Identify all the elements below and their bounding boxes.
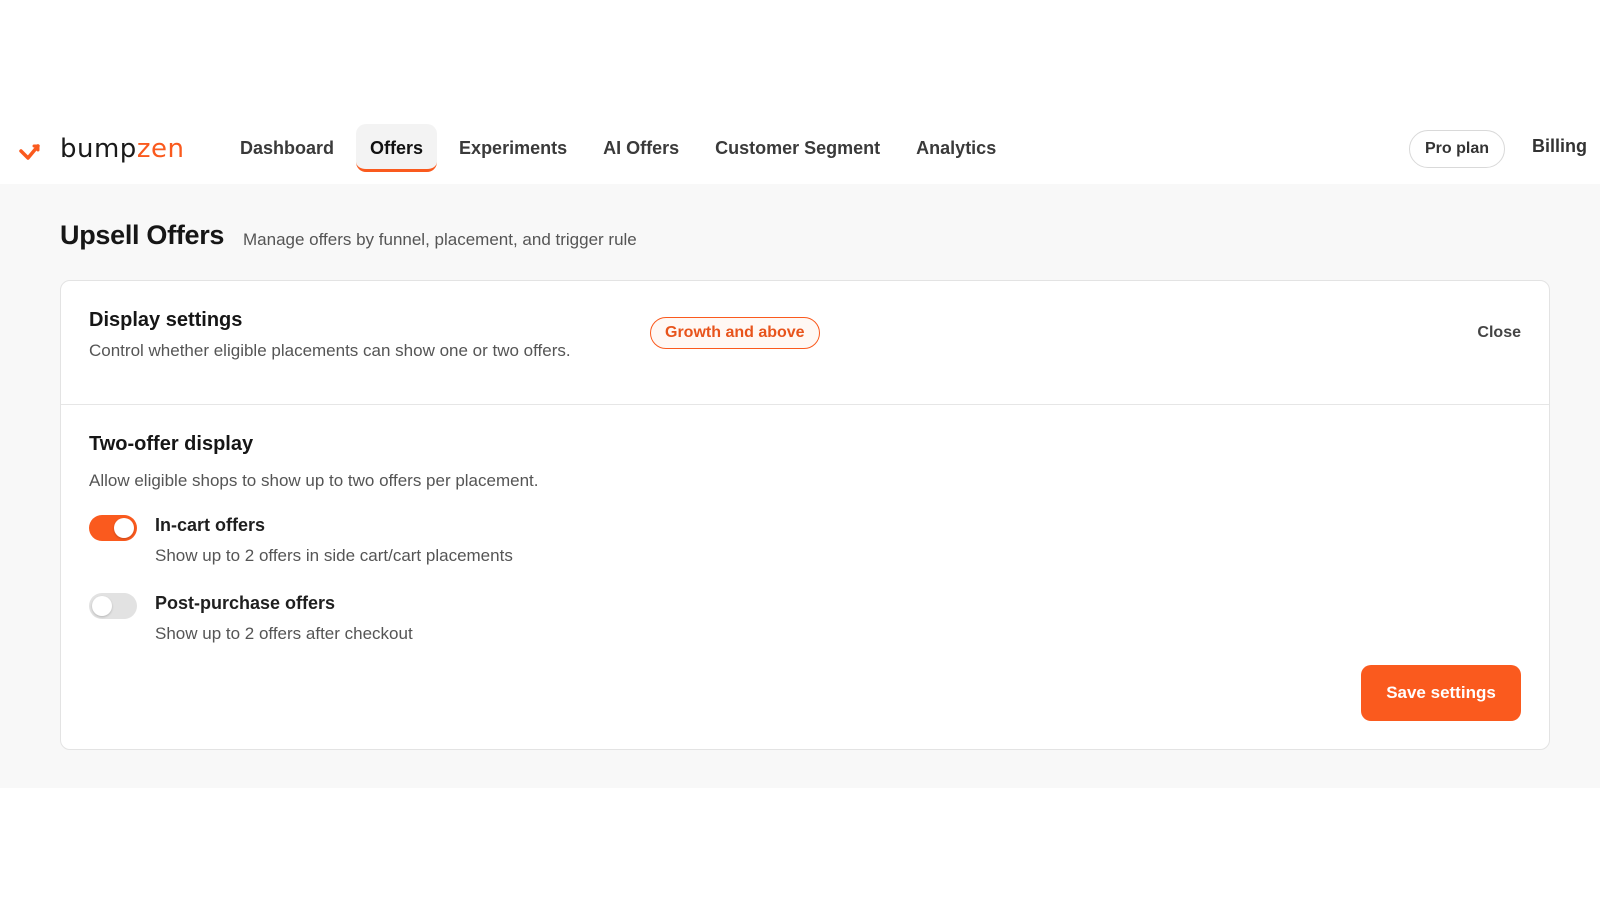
close-button[interactable]: Close: [1477, 324, 1521, 342]
top-spacer: [0, 0, 1600, 120]
main-content: Upsell Offers Manage offers by funnel, p…: [0, 184, 1600, 788]
display-settings-card: Display settings Control whether eligibl…: [60, 280, 1550, 750]
two-offer-description: Allow eligible shops to show up to two o…: [89, 471, 539, 490]
brand-name-suffix: zen: [136, 134, 185, 164]
tab-analytics[interactable]: Analytics: [902, 124, 1010, 172]
main-nav: Dashboard Offers Experiments AI Offers C…: [226, 124, 1018, 172]
top-navbar: bumpzen Dashboard Offers Experiments AI …: [0, 120, 1600, 184]
tab-dashboard[interactable]: Dashboard: [226, 124, 348, 172]
in-cart-offers-label: In-cart offers: [155, 515, 266, 535]
tab-offers[interactable]: Offers: [356, 124, 438, 172]
save-settings-button[interactable]: Save settings: [1361, 665, 1521, 721]
page-title: Upsell Offers: [60, 220, 225, 250]
display-settings-title: Display settings: [89, 309, 243, 331]
plan-pill-button[interactable]: Pro plan: [1409, 130, 1505, 168]
card-header: Display settings Control whether eligibl…: [61, 281, 1549, 405]
in-cart-offers-toggle[interactable]: [89, 515, 137, 541]
toggle-knob: [92, 596, 112, 616]
brand-wordmark[interactable]: bumpzen: [60, 134, 184, 164]
tab-experiments[interactable]: Experiments: [445, 124, 581, 172]
post-purchase-offers-sublabel: Show up to 2 offers after checkout: [155, 624, 413, 643]
display-settings-description: Control whether eligible placements can …: [89, 341, 571, 360]
page-subtitle: Manage offers by funnel, placement, and …: [243, 230, 637, 249]
toggle-knob: [114, 518, 134, 538]
brand-logo-icon: [19, 144, 40, 160]
brand-name-prefix: bump: [60, 134, 137, 164]
tab-customer-segment[interactable]: Customer Segment: [701, 124, 894, 172]
tab-ai-offers[interactable]: AI Offers: [589, 124, 693, 172]
billing-link[interactable]: Billing: [1532, 136, 1587, 157]
plan-tier-badge: Growth and above: [650, 317, 820, 349]
post-purchase-offers-label: Post-purchase offers: [155, 593, 336, 613]
two-offer-title: Two-offer display: [89, 433, 254, 455]
bottom-spacer: [0, 788, 1600, 900]
in-cart-offers-sublabel: Show up to 2 offers in side cart/cart pl…: [155, 546, 513, 565]
post-purchase-offers-toggle[interactable]: [89, 593, 137, 619]
